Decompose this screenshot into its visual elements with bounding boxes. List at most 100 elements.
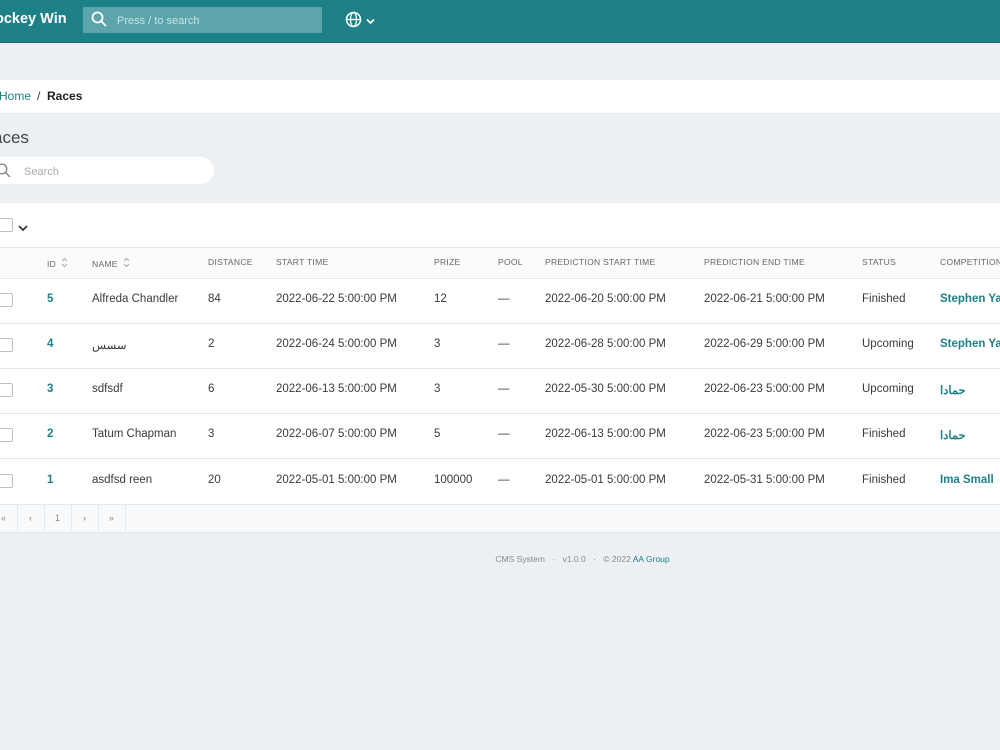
app-brand[interactable]: ockey Win [0, 11, 67, 27]
cell-distance: 2 [208, 338, 215, 350]
cell-status: Finished [862, 428, 906, 440]
row-checkbox[interactable] [0, 474, 13, 488]
global-search-input[interactable] [115, 10, 319, 32]
language-switcher[interactable] [345, 11, 375, 33]
search-icon [0, 163, 11, 183]
cell-name: Alfreda Chandler [92, 293, 179, 305]
column-header-prize: PRIZE [434, 257, 461, 267]
column-header-start-time: START TIME [276, 257, 329, 267]
table-row[interactable]: 5 Alfreda Chandler 84 2022-06-22 5:00:00… [0, 278, 1000, 324]
cell-prediction-end: 2022-05-31 5:00:00 PM [704, 474, 825, 486]
column-header-prediction-start: PREDICTION START TIME [545, 257, 656, 267]
cell-prediction-start: 2022-06-20 5:00:00 PM [545, 293, 666, 305]
cell-competition-link[interactable]: حمادا [940, 428, 966, 442]
cell-prediction-end: 2022-06-21 5:00:00 PM [704, 293, 825, 305]
sort-icon [123, 257, 130, 270]
row-checkbox[interactable] [0, 428, 13, 442]
footer: CMS System · v1.0.0 · © 2022 AA Group [0, 554, 1000, 564]
cell-name: asdfsd reen [92, 474, 153, 486]
cell-competition-link[interactable]: حمادا [940, 383, 966, 397]
cell-pool: — [498, 293, 510, 305]
cell-prediction-start: 2022-05-01 5:00:00 PM [545, 474, 666, 486]
breadcrumb-separator: / [37, 89, 41, 103]
cell-competition-link[interactable]: Ima Small [940, 474, 994, 486]
select-all-checkbox[interactable] [0, 218, 13, 232]
cell-prediction-start: 2022-06-13 5:00:00 PM [545, 428, 666, 440]
cell-distance: 84 [208, 293, 221, 305]
cell-distance: 3 [208, 428, 215, 440]
breadcrumb-current: Races [47, 89, 83, 103]
cell-competition-link[interactable]: Stephen Yates [940, 338, 1000, 350]
pagination-page-button[interactable]: 1 [44, 505, 72, 531]
search-icon [91, 11, 107, 32]
races-table-card: ID NAME DISTANCE START TIME PRIZE POOL P… [0, 203, 1000, 533]
cell-prediction-start: 2022-05-30 5:00:00 PM [545, 383, 666, 395]
row-checkbox[interactable] [0, 293, 13, 307]
row-checkbox[interactable] [0, 338, 13, 352]
column-header-id[interactable]: ID [47, 257, 68, 270]
table-header: ID NAME DISTANCE START TIME PRIZE POOL P… [0, 247, 1000, 279]
pagination-first-button[interactable]: « [0, 505, 18, 531]
column-header-name[interactable]: NAME [92, 257, 130, 270]
cell-prediction-end: 2022-06-23 5:00:00 PM [704, 428, 825, 440]
top-navbar: ockey Win [0, 0, 1000, 43]
pagination-next-button[interactable]: › [71, 505, 99, 531]
cell-pool: — [498, 383, 510, 395]
cell-prediction-end: 2022-06-23 5:00:00 PM [704, 383, 825, 395]
breadcrumb-home-link[interactable]: Home [0, 80, 31, 113]
table-row[interactable]: 3 sdfsdf 6 2022-06-13 5:00:00 PM 3 — 202… [0, 368, 1000, 414]
cell-competition-link[interactable]: Stephen Yates [940, 293, 1000, 305]
cell-start-time: 2022-06-13 5:00:00 PM [276, 383, 397, 395]
cell-distance: 20 [208, 474, 221, 486]
footer-version: v1.0.0 [562, 554, 586, 564]
cell-pool: — [498, 428, 510, 440]
table-row[interactable]: 2 Tatum Chapman 3 2022-06-07 5:00:00 PM … [0, 413, 1000, 459]
column-header-pool: POOL [498, 257, 523, 267]
cell-prize: 12 [434, 293, 447, 305]
table-row[interactable]: 4 سسس 2 2022-06-24 5:00:00 PM 3 — 2022-0… [0, 323, 1000, 369]
globe-icon [345, 11, 362, 33]
cell-id[interactable]: 1 [47, 474, 53, 486]
cell-id[interactable]: 2 [47, 428, 53, 440]
table-row[interactable]: 1 asdfsd reen 20 2022-05-01 5:00:00 PM 1… [0, 459, 1000, 505]
footer-dot: · [552, 554, 556, 564]
cell-id[interactable]: 3 [47, 383, 53, 395]
cell-id[interactable]: 4 [47, 338, 53, 350]
cell-start-time: 2022-06-22 5:00:00 PM [276, 293, 397, 305]
cell-prediction-end: 2022-06-29 5:00:00 PM [704, 338, 825, 350]
cell-start-time: 2022-05-01 5:00:00 PM [276, 474, 397, 486]
row-checkbox[interactable] [0, 383, 13, 397]
cell-id[interactable]: 5 [47, 293, 53, 305]
cell-name: sdfsdf [92, 383, 123, 395]
cell-start-time: 2022-06-24 5:00:00 PM [276, 338, 397, 350]
column-header-status: STATUS [862, 257, 897, 267]
global-search[interactable] [83, 7, 322, 33]
pagination-prev-button[interactable]: ‹ [17, 505, 45, 531]
cell-prize: 100000 [434, 474, 473, 486]
cell-pool: — [498, 474, 510, 486]
list-search[interactable] [0, 157, 214, 184]
cell-prize: 5 [434, 428, 441, 440]
list-search-input[interactable] [22, 161, 196, 182]
cell-pool: — [498, 338, 510, 350]
column-header-competition: COMPETITION [940, 257, 1000, 267]
cell-distance: 6 [208, 383, 215, 395]
chevron-down-icon[interactable] [18, 220, 28, 238]
footer-system: CMS System [495, 554, 545, 564]
breadcrumb: Home / Races [0, 80, 1000, 114]
cell-prize: 3 [434, 338, 441, 350]
cell-status: Finished [862, 474, 906, 486]
cell-name: Tatum Chapman [92, 428, 177, 440]
column-header-distance: DISTANCE [208, 257, 253, 267]
footer-company-link[interactable]: AA Group [633, 554, 670, 564]
pagination: « ‹ 1 › » [0, 505, 1000, 532]
cell-status: Finished [862, 293, 906, 305]
cell-status: Upcoming [862, 383, 914, 395]
cell-start-time: 2022-06-07 5:00:00 PM [276, 428, 397, 440]
cell-name: سسس [92, 340, 127, 352]
cell-status: Upcoming [862, 338, 914, 350]
cell-prize: 3 [434, 383, 441, 395]
footer-dot: · [593, 554, 596, 564]
pagination-last-button[interactable]: » [98, 505, 126, 531]
cell-prediction-start: 2022-06-28 5:00:00 PM [545, 338, 666, 350]
